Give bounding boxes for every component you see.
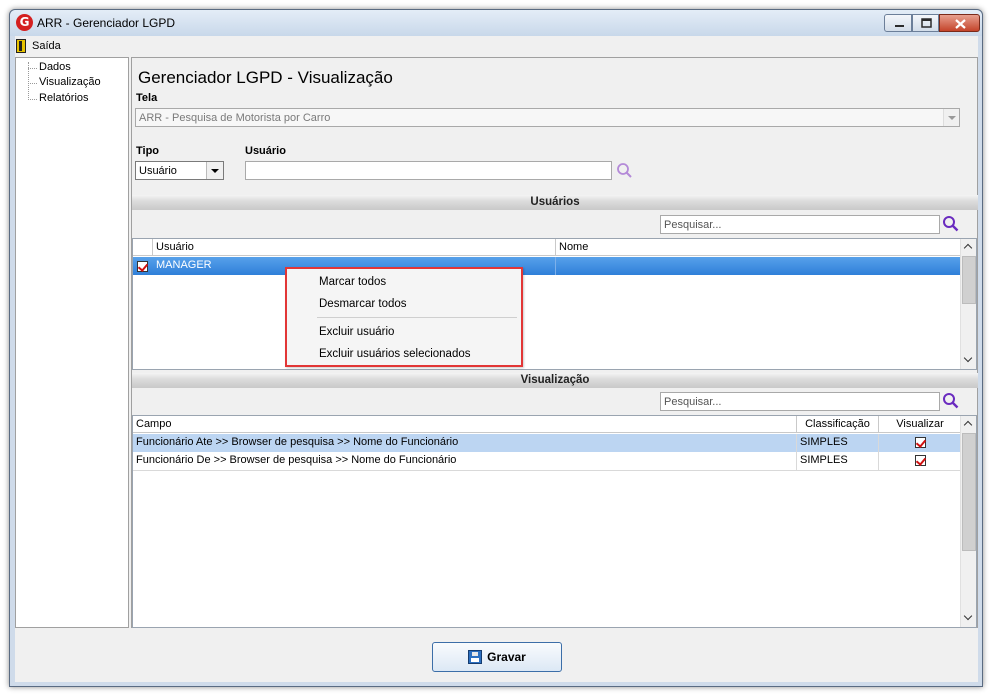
menu-bar: Saída <box>15 36 978 56</box>
cell-campo: Funcionário De >> Browser de pesquisa >>… <box>133 452 797 470</box>
exit-menu-label: Saída <box>32 40 61 52</box>
table-row[interactable]: Funcionário De >> Browser de pesquisa >>… <box>133 452 961 471</box>
scroll-thumb[interactable] <box>962 256 976 304</box>
window-title: ARR - Gerenciador LGPD <box>37 16 176 30</box>
tela-select-value: ARR - Pesquisa de Motorista por Carro <box>139 112 331 124</box>
chevron-down-icon[interactable] <box>206 162 223 179</box>
title-bar[interactable]: G ARR - Gerenciador LGPD <box>10 10 982 36</box>
app-logo-icon: G <box>16 14 33 31</box>
menu-item-marcar-todos[interactable]: Marcar todos <box>319 276 386 288</box>
row-checkbox[interactable] <box>133 257 153 275</box>
checkbox-checked-icon[interactable] <box>914 436 926 448</box>
menu-separator <box>317 317 517 318</box>
tela-select[interactable]: ARR - Pesquisa de Motorista por Carro <box>135 108 960 127</box>
usuarios-grid: Usuário Nome MANAGER <box>132 238 977 370</box>
chevron-down-icon[interactable] <box>943 109 959 126</box>
cell-nome <box>556 257 961 275</box>
menu-item-excluir-selecionados[interactable]: Excluir usuários selecionados <box>319 348 471 360</box>
scroll-thumb[interactable] <box>962 433 976 551</box>
footer-bar: Gravar <box>15 630 978 682</box>
exit-door-icon <box>16 39 26 53</box>
maximize-button[interactable] <box>912 14 939 32</box>
visualizacao-scrollbar[interactable] <box>960 416 976 627</box>
search-icon[interactable] <box>942 392 960 410</box>
scroll-down-icon[interactable] <box>961 611 976 627</box>
tipo-label: Tipo <box>136 145 160 157</box>
tree-item-visualizacao[interactable]: Visualização <box>39 76 101 88</box>
save-button-label: Gravar <box>487 650 526 664</box>
context-menu: Marcar todos Desmarcar todos Excluir usu… <box>285 267 523 367</box>
search-icon[interactable] <box>616 162 634 180</box>
minimize-button[interactable] <box>884 14 912 32</box>
navigation-tree: Dados Visualização Relatórios <box>15 57 129 628</box>
tela-label: Tela <box>136 92 158 104</box>
column-header-classificacao[interactable]: Classificação <box>797 416 879 433</box>
visualizacao-search-input[interactable]: Pesquisar... <box>660 392 940 411</box>
checkbox-checked-icon[interactable] <box>137 260 148 272</box>
main-panel: Gerenciador LGPD - Visualização Tela ARR… <box>131 57 978 628</box>
usuario-label: Usuário <box>245 145 286 157</box>
tree-branch <box>28 83 37 84</box>
usuarios-section-header: Usuários <box>132 195 978 210</box>
column-header-campo[interactable]: Campo <box>133 416 797 433</box>
cell-classificacao: SIMPLES <box>797 434 879 452</box>
column-header-visualizar[interactable]: Visualizar <box>879 416 961 433</box>
table-row[interactable]: Funcionário Ate >> Browser de pesquisa >… <box>133 434 961 452</box>
page-title: Gerenciador LGPD - Visualização <box>138 68 393 87</box>
cell-visualizar[interactable] <box>879 452 961 470</box>
tree-branch <box>28 99 37 100</box>
visualizacao-section-header: Visualização <box>132 373 978 388</box>
column-header-nome[interactable]: Nome <box>556 239 961 256</box>
scroll-up-icon[interactable] <box>961 416 976 432</box>
tree-item-dados[interactable]: Dados <box>39 61 71 73</box>
search-icon[interactable] <box>942 215 960 233</box>
tipo-select-value: Usuário <box>139 165 177 177</box>
visualizacao-grid-header: Campo Classificação Visualizar <box>133 416 961 433</box>
scroll-down-icon[interactable] <box>961 353 976 369</box>
close-button[interactable] <box>939 14 980 32</box>
usuario-input[interactable] <box>245 161 612 180</box>
tree-branch <box>28 68 37 69</box>
floppy-disk-icon <box>468 650 483 664</box>
column-header-check <box>133 239 153 256</box>
exit-menu-item[interactable]: Saída <box>16 38 61 54</box>
visualizacao-grid: Campo Classificação Visualizar Funcionár… <box>132 415 977 628</box>
tree-item-relatorios[interactable]: Relatórios <box>39 92 89 104</box>
save-button[interactable]: Gravar <box>432 642 562 672</box>
menu-item-excluir-usuario[interactable]: Excluir usuário <box>319 326 394 338</box>
menu-item-desmarcar-todos[interactable]: Desmarcar todos <box>319 298 407 310</box>
cell-classificacao: SIMPLES <box>797 452 879 470</box>
checkbox-checked-icon[interactable] <box>914 454 926 466</box>
column-header-usuario[interactable]: Usuário <box>153 239 556 256</box>
scroll-up-icon[interactable] <box>961 239 976 255</box>
tipo-select[interactable]: Usuário <box>135 161 224 180</box>
usuarios-search-input[interactable]: Pesquisar... <box>660 215 940 234</box>
cell-campo: Funcionário Ate >> Browser de pesquisa >… <box>133 434 797 452</box>
usuarios-grid-header: Usuário Nome <box>133 239 961 256</box>
table-row[interactable]: MANAGER <box>133 257 961 275</box>
cell-visualizar[interactable] <box>879 434 961 452</box>
usuarios-scrollbar[interactable] <box>960 239 976 369</box>
